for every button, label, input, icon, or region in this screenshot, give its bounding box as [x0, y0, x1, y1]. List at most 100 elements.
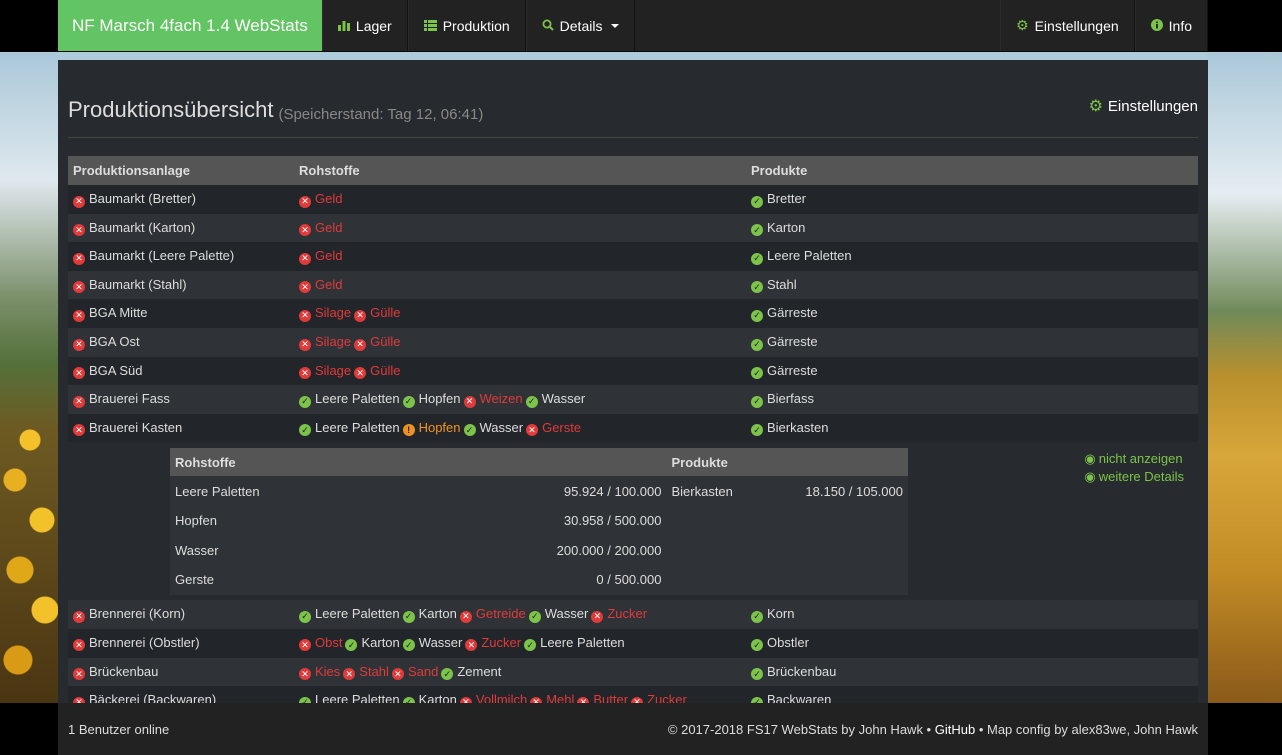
resource-label: Leere Paletten — [315, 391, 400, 407]
more-details-link[interactable]: ◉ weitere Details — [1084, 468, 1184, 486]
table-row[interactable]: ✕ Brennerei (Korn) ✓ Leere Paletten ✓ Karton ✕… — [68, 600, 1198, 629]
resource-label: Weizen — [479, 391, 523, 407]
nav-details[interactable]: Details — [525, 0, 636, 51]
footer-bar: 1 Benutzer online © 2017-2018 FS17 WebSt… — [58, 703, 1208, 755]
github-link[interactable]: GitHub — [935, 722, 975, 737]
facility-cell: ✕ Baumarkt (Leere Palette) — [68, 242, 294, 271]
outputs-cell: ✓ Karton — [746, 213, 1198, 243]
facility-name: Baumarkt (Karton) — [89, 219, 196, 235]
table-row[interactable]: ✕ BGA Süd ✕ Silage ✕ Gülle ✓ Gärreste — [68, 356, 1198, 386]
table-row[interactable]: ✕ Brennerei (Obstler) ✕ Obst ✓ Karton ✓ Wasser ✕… — [68, 628, 1198, 658]
outputs-cell: ✓ Bierfass — [746, 385, 1198, 414]
facility-cell: ✕ Baumarkt (Bretter) — [68, 185, 294, 214]
facility-name: Baumarkt (Bretter) — [89, 191, 196, 207]
check-circle-icon: ✓ — [402, 639, 415, 652]
resource-label: Geld — [315, 276, 343, 292]
error-circle-icon: ✕ — [299, 195, 311, 208]
empty-cell — [762, 565, 908, 595]
nav-produktion[interactable]: Produktion — [407, 0, 526, 51]
facility-name: Brauerei Kasten — [89, 419, 183, 435]
resource-label: Gärreste — [767, 305, 818, 321]
detail-cell: Rohstoffe Produkte Leere Paletten 95.924 / … — [68, 442, 1198, 601]
search-icon — [542, 18, 554, 34]
inputs-cell: ✕ Geld — [294, 213, 746, 243]
outputs-cell: ✓ Bretter — [746, 185, 1198, 214]
hide-details-label: nicht anzeigen — [1098, 451, 1183, 467]
table-row[interactable]: ✕ Brauerei Kasten ✓ Leere Paletten! Hopfen ✓ W… — [68, 413, 1198, 443]
bar-chart-icon — [337, 18, 350, 34]
hide-details-link[interactable]: ◉ nicht anzeigen — [1084, 450, 1184, 468]
detail-table-row: Gerste 0 / 500.000 — [170, 565, 908, 595]
check-circle-icon: ✓ — [751, 424, 763, 437]
check-circle-icon: ✓ — [751, 639, 763, 652]
facility-cell: ✕ Brauerei Kasten — [68, 413, 294, 443]
resource-label: Karton — [418, 606, 457, 622]
nav-lager-label: Lager — [355, 17, 392, 34]
inputs-cell: ✓ Leere Paletten ✓ Hopfen ✕ Weizen ✓ Wasser — [294, 385, 746, 414]
table-row[interactable]: ✕ Baumarkt (Stahl) ✕ Geld ✓ Stahl — [68, 270, 1198, 300]
caret-down-icon — [611, 23, 620, 28]
resource-label: Gärreste — [767, 362, 818, 378]
table-row[interactable]: ✕ BGA Mitte ✕ Silage ✕ Gülle ✓ Gärreste — [68, 299, 1198, 328]
error-circle-icon: ✕ — [73, 668, 85, 681]
error-circle-icon: ✕ — [299, 281, 311, 294]
detail-panel: Rohstoffe Produkte Leere Paletten 95.924 / … — [68, 442, 1198, 600]
inputs-cell: ✕ Silage ✕ Gülle — [294, 356, 746, 386]
nav-einstellungen-label: Einstellungen — [1034, 17, 1119, 34]
resource-label: Bierfass — [767, 391, 814, 407]
error-circle-icon: ✕ — [526, 424, 539, 437]
outputs-cell: ✓ Bierkasten — [746, 413, 1198, 443]
resource-label: Gülle — [370, 362, 401, 378]
check-circle-icon: ✓ — [751, 252, 763, 265]
users-online: 1 Benutzer online — [68, 721, 170, 737]
check-circle-icon: ✓ — [345, 639, 358, 652]
settings-link-label: Einstellungen — [1107, 97, 1198, 115]
resource-label: Stahl — [359, 663, 389, 679]
error-circle-icon: ✕ — [354, 338, 367, 351]
resource-label: Gerste — [542, 419, 582, 435]
table-row[interactable]: ✕ Baumarkt (Karton) ✕ Geld ✓ Karton — [68, 213, 1198, 243]
check-circle-icon: ✓ — [299, 424, 311, 437]
resource-label: Bretter — [767, 191, 807, 207]
error-circle-icon: ✕ — [459, 610, 472, 623]
resource-label: Hopfen — [418, 419, 461, 435]
detail-input-value: 95.924 / 100.000 — [394, 476, 667, 506]
nav-einstellungen[interactable]: ⚙ Einstellungen — [1000, 0, 1135, 51]
background-image-left — [0, 50, 60, 703]
resource-label: Wasser — [544, 606, 589, 622]
check-circle-icon: ✓ — [528, 610, 541, 623]
resource-label: Leere Paletten — [767, 248, 852, 264]
table-row[interactable]: ✕ Brauerei Fass ✓ Leere Paletten ✓ Hopfen ✕ Wei… — [68, 385, 1198, 414]
detail-row: Rohstoffe Produkte Leere Paletten 95.924 / … — [68, 442, 1198, 601]
outputs-cell: ✓ Obstler — [746, 628, 1198, 658]
detail-table-row: Hopfen 30.958 / 500.000 — [170, 505, 908, 536]
resource-label: Hopfen — [418, 391, 461, 407]
table-row[interactable]: ✕ Brückenbau ✕ Kies ✕ Stahl ✕ Sand ✓ Zement ✓ Brück… — [68, 657, 1198, 687]
facility-cell: ✕ BGA Süd — [68, 356, 294, 386]
table-row[interactable]: ✕ BGA Ost ✕ Silage ✕ Gülle ✓ Gärreste — [68, 327, 1198, 357]
nav-lager[interactable]: Lager — [321, 0, 408, 51]
error-circle-icon: ✕ — [73, 281, 85, 294]
facility-name: BGA Mitte — [89, 305, 148, 321]
resource-label: Korn — [767, 606, 795, 622]
nav-info[interactable]: Info — [1134, 0, 1208, 51]
detail-links: ◉ nicht anzeigen ◉ weitere Details — [1084, 450, 1184, 486]
resource-label: Leere Paletten — [540, 634, 625, 650]
facility-name: BGA Süd — [89, 362, 143, 378]
empty-cell — [762, 535, 908, 566]
production-table: Produktionsanlage Rohstoffe Produkte ✕ Ba… — [68, 156, 1198, 705]
detail-input-name: Wasser — [170, 535, 395, 566]
settings-link[interactable]: ⚙ Einstellungen — [1089, 96, 1198, 116]
nav-info-label: Info — [1168, 17, 1192, 34]
resource-label: Silage — [315, 305, 352, 321]
table-row[interactable]: ✕ Baumarkt (Bretter) ✕ Geld ✓ Bretter — [68, 185, 1198, 214]
resource-label: Wasser — [418, 634, 463, 650]
detail-input-name: Gerste — [170, 565, 395, 595]
resource-label: Silage — [315, 334, 352, 350]
detail-output-name: Bierkasten — [666, 476, 763, 506]
table-row[interactable]: ✕ Baumarkt (Leere Palette) ✕ Geld ✓ Leere Pal… — [68, 242, 1198, 271]
detail-table: Rohstoffe Produkte Leere Paletten 95.924 / … — [170, 448, 908, 595]
brand-link[interactable]: NF Marsch 4fach 1.4 WebStats — [58, 0, 322, 51]
resource-label: Wasser — [479, 419, 524, 435]
map-config-text: • Map config by alex83we, John Hawk — [978, 721, 1198, 737]
